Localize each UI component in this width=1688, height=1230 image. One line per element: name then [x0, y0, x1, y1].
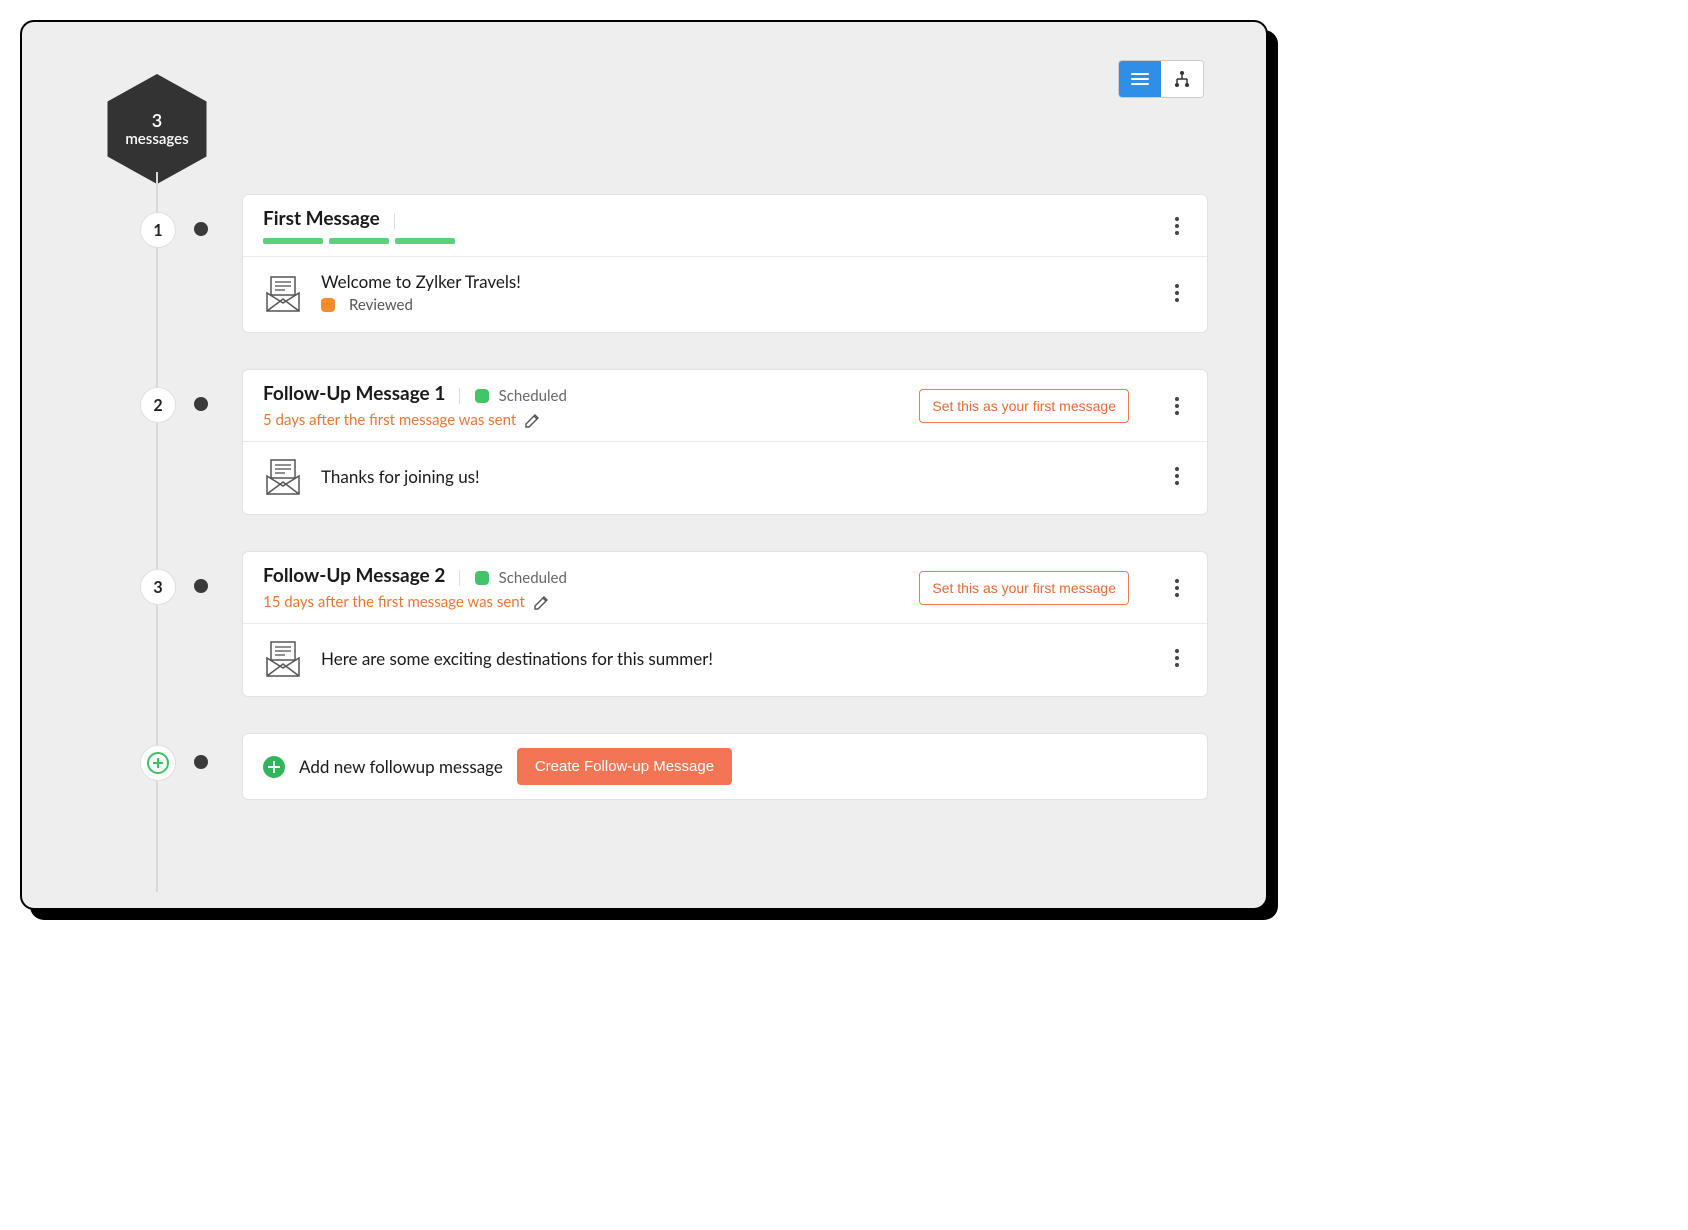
envelope-icon — [263, 456, 307, 496]
plus-outline-icon — [147, 752, 169, 774]
tree-view-button[interactable] — [1161, 61, 1203, 97]
set-first-button[interactable]: Set this as your first message — [919, 389, 1129, 423]
envelope-icon — [263, 638, 307, 678]
schedule-text: 15 days after the first message was sent — [263, 593, 525, 611]
message-row: 2 Follow-Up Message 1 Scheduled 5 days a… — [132, 369, 1208, 515]
message-content-title: Here are some exciting destinations for … — [321, 648, 1159, 669]
list-view-button[interactable] — [1119, 61, 1161, 97]
message-row: 1 First Message — [132, 194, 1208, 333]
add-followup-text: Add new followup message — [299, 756, 503, 777]
step-number: 2 — [140, 387, 176, 423]
message-title: Follow-Up Message 2 — [263, 564, 445, 587]
add-followup-row: Add new followup message Create Follow-u… — [132, 733, 1208, 800]
messages-list: 1 First Message — [132, 194, 1208, 800]
separator — [394, 213, 395, 229]
message-content-title: Welcome to Zylker Travels! — [321, 271, 1159, 292]
separator — [459, 570, 460, 586]
edit-icon[interactable] — [524, 411, 542, 429]
message-menu-button[interactable] — [1167, 397, 1187, 415]
message-row: 3 Follow-Up Message 2 Scheduled 15 days … — [132, 551, 1208, 697]
message-content-title: Thanks for joining us! — [321, 466, 1159, 487]
schedule-text: 5 days after the first message was sent — [263, 411, 516, 429]
view-toggle — [1118, 60, 1204, 98]
message-card: First Message — [242, 194, 1208, 333]
content-menu-button[interactable] — [1167, 649, 1187, 667]
content-menu-button[interactable] — [1167, 467, 1187, 485]
add-step-badge[interactable] — [140, 745, 176, 781]
set-first-button[interactable]: Set this as your first message — [919, 571, 1129, 605]
status-dot-icon — [475, 571, 489, 585]
message-card: Follow-Up Message 1 Scheduled 5 days aft… — [242, 369, 1208, 515]
timeline-dot — [194, 222, 208, 236]
list-icon — [1130, 71, 1150, 87]
tree-icon — [1172, 70, 1192, 88]
timeline-dot — [194, 579, 208, 593]
message-status: Scheduled — [499, 569, 567, 587]
plus-solid-icon[interactable] — [263, 756, 285, 778]
messages-count-label: messages — [125, 131, 188, 148]
separator — [459, 388, 460, 404]
content-menu-button[interactable] — [1167, 284, 1187, 302]
step-number: 1 — [140, 212, 176, 248]
progress-bars — [263, 238, 1159, 244]
message-card: Follow-Up Message 2 Scheduled 15 days af… — [242, 551, 1208, 697]
messages-count: 3 — [152, 111, 162, 131]
app-frame: 3 messages 1 First Message — [20, 20, 1268, 910]
message-menu-button[interactable] — [1167, 217, 1187, 235]
edit-icon[interactable] — [533, 593, 551, 611]
status-dot-icon — [321, 298, 335, 312]
status-dot-icon — [475, 389, 489, 403]
timeline-dot — [194, 397, 208, 411]
message-title: Follow-Up Message 1 — [263, 382, 445, 405]
envelope-icon — [263, 273, 307, 313]
message-title: First Message — [263, 207, 380, 230]
message-status: Scheduled — [499, 387, 567, 405]
message-content-status: Reviewed — [349, 296, 413, 314]
message-menu-button[interactable] — [1167, 579, 1187, 597]
timeline-dot — [194, 755, 208, 769]
step-number: 3 — [140, 569, 176, 605]
create-followup-button[interactable]: Create Follow-up Message — [517, 748, 732, 785]
